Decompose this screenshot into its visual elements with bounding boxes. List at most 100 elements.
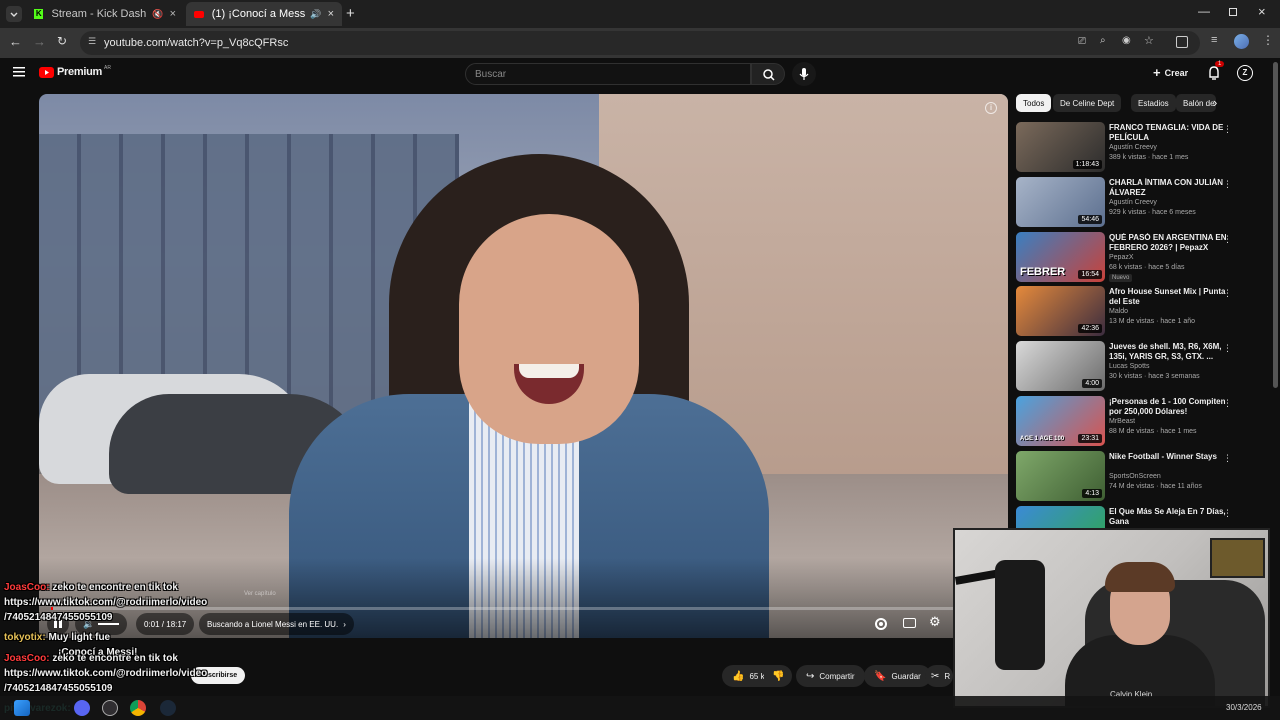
mute-icon[interactable]: 🔇 (152, 9, 163, 20)
chat-line: JoasCoo: zeko te encontre en tik tok (4, 580, 178, 595)
recommendation-item[interactable]: 4:00 Jueves de shell. M3, R6, X6M, 135i, … (1013, 341, 1268, 393)
bookmark-star-icon[interactable]: ☆ (1144, 34, 1154, 47)
new-tab-button[interactable]: + (346, 5, 355, 22)
settings-gear-icon[interactable]: ⚙ (929, 614, 941, 630)
close-icon[interactable]: × (328, 8, 334, 20)
recommendation-item[interactable]: AGE 1 AGE 100 23:31 ¡Personas de 1 - 100 C… (1013, 396, 1268, 448)
recommendation-item[interactable]: El Que Más Se Aleja En 7 Días, Gana ⋮ (1013, 506, 1268, 528)
recommendation-thumbnail[interactable]: 1:18:43 (1016, 122, 1105, 172)
more-options-icon[interactable]: ⋮ (1223, 124, 1232, 135)
install-icon[interactable]: ⎚ (1078, 36, 1086, 47)
recommendation-channel[interactable]: Lucas Spotts (1109, 363, 1149, 370)
search-button[interactable] (751, 63, 785, 85)
recommendation-channel[interactable]: SportsOnScreen (1109, 473, 1161, 480)
save-button[interactable]: 🔖 Guardar (864, 665, 931, 687)
tracking-icon[interactable]: ◉ (1122, 35, 1131, 46)
recommendation-title[interactable]: Afro House Sunset Mix | Punta del Este (1109, 287, 1229, 307)
clip-button[interactable]: ✂ R (925, 665, 953, 687)
recommendation-channel[interactable]: MrBeast (1109, 418, 1135, 425)
recommendation-thumbnail[interactable]: 54:46 (1016, 177, 1105, 227)
search-input[interactable]: Buscar (465, 63, 751, 85)
chip-balon[interactable]: Balón de (1176, 94, 1216, 112)
close-window-button[interactable]: × (1258, 4, 1266, 19)
youtube-logo[interactable]: Premium AR (39, 65, 111, 78)
tab-search-button[interactable] (6, 6, 22, 22)
chapter-button[interactable]: Buscando a Lionel Messi en EE. UU. › (199, 613, 354, 635)
back-icon[interactable]: ← (9, 34, 22, 49)
zoom-icon[interactable]: ⌕ (1100, 35, 1106, 46)
duration-badge: 1:18:43 (1072, 160, 1102, 169)
account-avatar[interactable]: Z (1237, 65, 1253, 81)
chip-todos[interactable]: Todos (1016, 94, 1052, 112)
extensions-icon[interactable] (1176, 36, 1188, 48)
share-button[interactable]: ↪ Compartir (796, 665, 865, 687)
create-button[interactable]: + Crear (1153, 65, 1188, 80)
recommendation-channel[interactable]: Maldo (1109, 308, 1128, 315)
more-options-icon[interactable]: ⋮ (1223, 453, 1232, 464)
notifications-button[interactable]: 1 (1207, 61, 1225, 81)
video-player[interactable]: i Ver capítulo 🔉 0:01 / 18:17 Buscando a… (39, 94, 1008, 638)
recommendation-thumbnail[interactable] (1016, 506, 1105, 528)
profile-avatar[interactable] (1234, 34, 1249, 49)
more-options-icon[interactable]: ⋮ (1223, 179, 1232, 190)
more-options-icon[interactable]: ⋮ (1223, 398, 1232, 409)
minimize-button[interactable]: — (1198, 4, 1210, 18)
chevron-right-icon[interactable]: › (1213, 95, 1217, 110)
close-icon[interactable]: × (170, 8, 176, 20)
info-icon[interactable]: i (985, 102, 997, 114)
recommendation-title[interactable]: ¡Personas de 1 - 100 Compiten por 250,00… (1109, 397, 1229, 417)
url-field[interactable]: ☰ youtube.com/watch?v=p_Vq8cQFRsc ⎚ ⌕ ◉ … (80, 31, 1200, 55)
recommendation-item[interactable]: 1:18:43 FRANCO TENAGLIA: VIDA DE PELÍCULA… (1013, 122, 1268, 174)
more-options-icon[interactable]: ⋮ (1223, 288, 1232, 299)
voice-search-button[interactable] (792, 62, 816, 86)
recommendation-title[interactable]: QUÉ PASÓ EN ARGENTINA EN FEBRERO 2026? |… (1109, 233, 1229, 253)
dislike-button[interactable]: 👎 (764, 665, 793, 687)
obs-icon[interactable] (102, 700, 118, 716)
search-icon (763, 69, 775, 81)
windows-start-icon[interactable] (14, 700, 30, 716)
tab-youtube[interactable]: (1) ¡Conocí a Messi! - YouTube 🔊 × (186, 2, 342, 26)
video-person-face (459, 214, 639, 444)
tab-kick-dashboard[interactable]: K Stream - Kick Dashboard 🔇 × (26, 2, 184, 26)
recommendation-title[interactable]: Jueves de shell. M3, R6, X6M, 135i, YARI… (1109, 342, 1229, 362)
recommendation-channel[interactable]: Agustín Creevy (1109, 144, 1157, 151)
reload-icon[interactable]: ↻ (57, 34, 67, 48)
recommendation-thumbnail[interactable]: 4:00 (1016, 341, 1105, 391)
recommendation-channel[interactable]: Agustín Creevy (1109, 199, 1157, 206)
chip-celine-dept[interactable]: De Celine Dept (1053, 94, 1122, 112)
plus-icon: + (1153, 65, 1161, 80)
autoplay-toggle[interactable] (875, 618, 887, 630)
forward-icon[interactable]: → (33, 34, 46, 49)
recommendation-thumbnail[interactable]: 42:36 (1016, 286, 1105, 336)
discord-icon[interactable] (74, 700, 90, 716)
save-label: Guardar (891, 671, 921, 681)
site-info-icon[interactable]: ☰ (88, 36, 96, 47)
more-options-icon[interactable]: ⋮ (1223, 234, 1232, 245)
recommendation-item[interactable]: 4:13 Nike Football - Winner Stays SportsOn… (1013, 451, 1268, 503)
recommendation-thumbnail[interactable]: AGE 1 AGE 100 23:31 (1016, 396, 1105, 446)
more-options-icon[interactable]: ⋮ (1223, 343, 1232, 354)
page-scrollbar[interactable] (1273, 62, 1278, 388)
browser-menu-icon[interactable]: ⋮ (1262, 33, 1274, 47)
recommendation-thumbnail[interactable]: 4:13 (1016, 451, 1105, 501)
recommendation-title[interactable]: El Que Más Se Aleja En 7 Días, Gana (1109, 507, 1229, 527)
steam-icon[interactable] (160, 700, 176, 716)
recommendation-channel[interactable]: PepazX (1109, 254, 1134, 261)
chrome-icon[interactable] (130, 700, 146, 716)
recommendation-thumbnail[interactable]: FEBRER 16:54 (1016, 232, 1105, 282)
speaker-icon[interactable]: 🔊 (310, 9, 321, 20)
recommendation-item[interactable]: FEBRER 16:54 QUÉ PASÓ EN ARGENTINA EN FEBR… (1013, 232, 1268, 284)
hamburger-menu-icon[interactable] (13, 67, 25, 77)
chip-estadios[interactable]: Estadios (1131, 94, 1176, 112)
recommendation-title[interactable]: FRANCO TENAGLIA: VIDA DE PELÍCULA (1109, 123, 1229, 143)
recommendation-title[interactable]: Nike Football - Winner Stays (1109, 452, 1229, 462)
subtitles-icon[interactable] (903, 618, 916, 628)
tab-title: Stream - Kick Dashboard (51, 8, 147, 20)
restore-button[interactable] (1229, 8, 1237, 16)
recommendation-item[interactable]: 54:46 CHARLA ÍNTIMA CON JULIÁN ÁLVAREZ Agu… (1013, 177, 1268, 229)
recommendation-title[interactable]: CHARLA ÍNTIMA CON JULIÁN ÁLVAREZ (1109, 178, 1229, 198)
chat-line: /7405214847455055109 (4, 610, 112, 625)
more-options-icon[interactable]: ⋮ (1223, 508, 1232, 519)
media-icon[interactable]: ≡ (1211, 34, 1217, 46)
recommendation-item[interactable]: 42:36 Afro House Sunset Mix | Punta del E… (1013, 286, 1268, 338)
